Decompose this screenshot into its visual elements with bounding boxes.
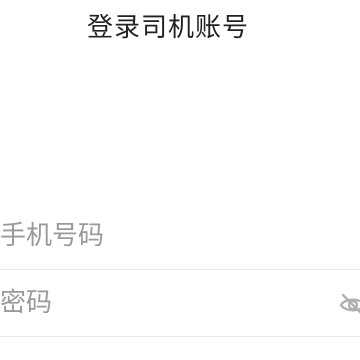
password-input[interactable] xyxy=(0,283,320,323)
page-title: 登录司机账号 xyxy=(86,13,249,43)
phone-input[interactable] xyxy=(0,216,320,256)
eye-off-icon[interactable] xyxy=(338,291,360,319)
password-field-row xyxy=(0,271,360,337)
phone-field-row xyxy=(0,204,360,270)
login-page: 登录司机账号 xyxy=(0,0,360,360)
